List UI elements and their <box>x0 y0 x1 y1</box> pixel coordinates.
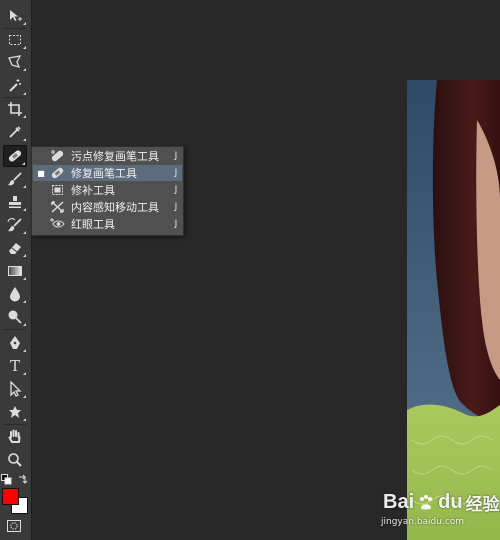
type-tool-button[interactable]: T <box>3 356 27 376</box>
magic-wand-tool-button[interactable] <box>3 76 27 96</box>
history-brush-tool-button[interactable] <box>3 215 27 235</box>
flyout-item-healing-brush[interactable]: ■ 修复画笔工具 J <box>33 165 182 181</box>
quick-mask-icon[interactable] <box>7 519 21 533</box>
content-aware-move-icon <box>49 200 65 214</box>
shape-tool-button[interactable] <box>3 402 27 422</box>
hand-tool-button[interactable] <box>3 427 27 447</box>
move-icon <box>10 10 22 21</box>
type-icon: T <box>9 357 20 375</box>
brush-icon <box>8 172 22 186</box>
clone-stamp-tool-button[interactable] <box>3 192 27 212</box>
paw-icon <box>420 494 433 509</box>
selected-indicator: ■ <box>37 168 45 178</box>
eyedropper-tool-button[interactable] <box>3 122 27 142</box>
shortcut-key: J <box>174 168 178 178</box>
pen-tool-button[interactable] <box>3 333 27 353</box>
drop-icon <box>10 287 20 302</box>
brush-tool-button[interactable] <box>3 169 27 189</box>
eraser-icon <box>9 243 21 254</box>
flyout-item-label: 内容感知移动工具 <box>71 201 159 214</box>
bandage-icon <box>8 150 22 162</box>
healing-brush-tool-button[interactable] <box>3 145 27 167</box>
marquee-tool-button[interactable] <box>3 30 27 50</box>
shortcut-key: J <box>174 185 178 195</box>
photoshop-window: T 污点修复画笔工具 J ■ 修复画笔工具 J 修补工具 J 内容感知移动工具 … <box>0 0 500 540</box>
blur-tool-button[interactable] <box>3 284 27 304</box>
swap-colors-icon[interactable] <box>17 474 28 485</box>
shortcut-key: J <box>174 151 178 161</box>
flyout-item-red-eye[interactable]: 红眼工具 J <box>33 216 182 232</box>
flyout-item-label: 污点修复画笔工具 <box>71 150 159 163</box>
tools-panel: T <box>0 0 32 540</box>
gradient-tool-button[interactable] <box>3 261 27 281</box>
pen-icon <box>10 336 20 349</box>
watermark-url: jingyan.baidu.com <box>381 517 465 527</box>
shortcut-key: J <box>174 219 178 229</box>
spot-healing-icon <box>49 149 65 163</box>
flyout-item-label: 修复画笔工具 <box>71 167 137 180</box>
gradient-icon <box>8 266 22 276</box>
zoom-tool-button[interactable] <box>3 450 27 470</box>
polygon-lasso-icon <box>8 55 22 68</box>
foreground-color-swatch[interactable] <box>2 488 19 505</box>
custom-shape-icon <box>9 406 21 418</box>
stamp-icon <box>9 196 21 208</box>
shortcut-key: J <box>174 202 178 212</box>
crop-tool-button[interactable] <box>3 99 27 119</box>
dodge-tool-button[interactable] <box>3 307 27 327</box>
portrait-photo <box>407 80 500 540</box>
zoom-icon <box>8 453 22 467</box>
path-select-tool-button[interactable] <box>3 379 27 399</box>
hand-icon <box>8 429 21 443</box>
crop-icon <box>8 102 22 116</box>
rect-marquee-icon <box>9 35 21 45</box>
arrow-select-icon <box>10 381 22 397</box>
document-canvas[interactable] <box>407 80 500 540</box>
baidu-jingyan-watermark: Bai du 经验 <box>383 491 500 514</box>
patch-icon <box>49 183 65 197</box>
healing-tools-flyout: 污点修复画笔工具 J ■ 修复画笔工具 J 修补工具 J 内容感知移动工具 J <box>31 146 184 236</box>
healing-brush-icon <box>49 166 65 180</box>
move-tool-button[interactable] <box>3 6 27 26</box>
eyedropper-icon <box>9 126 21 138</box>
magic-wand-icon <box>9 79 21 92</box>
red-eye-icon <box>49 217 65 231</box>
eraser-tool-button[interactable] <box>3 238 27 258</box>
dodge-icon <box>8 310 22 324</box>
flyout-item-label: 红眼工具 <box>71 218 115 231</box>
flyout-item-patch[interactable]: 修补工具 J <box>33 182 182 198</box>
history-brush-icon <box>7 218 22 232</box>
flyout-item-content-aware-move[interactable]: 内容感知移动工具 J <box>33 199 182 215</box>
lasso-tool-button[interactable] <box>3 52 27 72</box>
flyout-item-label: 修补工具 <box>71 184 115 197</box>
flyout-item-spot-healing[interactable]: 污点修复画笔工具 J <box>33 148 182 164</box>
default-colors-icon[interactable] <box>1 474 12 485</box>
